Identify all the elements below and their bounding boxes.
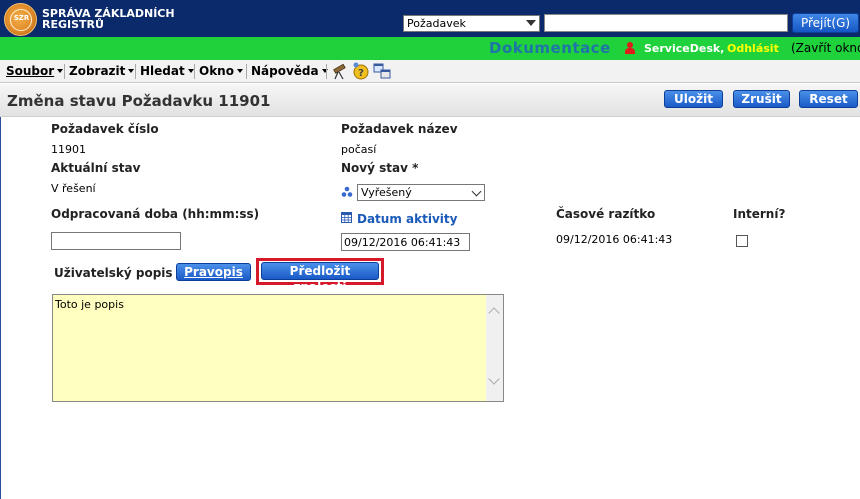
close-window-link[interactable]: (Zavřít okno	[791, 41, 860, 55]
logo-text: SZR	[13, 14, 30, 22]
page-title: Změna stavu Požadavku 11901	[7, 92, 271, 110]
top-header: SZR SPRÁVA ZÁKLADNÍCH REGISTRŮ Požadavek…	[0, 0, 860, 37]
textarea-scrollbar[interactable]	[486, 295, 503, 401]
scroll-down-icon[interactable]	[488, 373, 500, 385]
timestamp-value: 09/12/2016 06:41:43	[556, 233, 673, 246]
worked-time-input[interactable]	[51, 232, 181, 250]
go-button[interactable]: Přejít(G)	[792, 13, 859, 33]
request-number-label: Požadavek číslo	[51, 122, 159, 136]
organization-name: SPRÁVA ZÁKLADNÍCH REGISTRŮ	[42, 8, 175, 30]
current-state-value: V řešení	[51, 182, 96, 195]
menu-view[interactable]: Zobrazit	[69, 64, 135, 78]
internal-checkbox[interactable]	[736, 235, 748, 247]
szr-logo: SZR	[4, 3, 37, 36]
user-icon	[625, 42, 635, 55]
menu-window[interactable]: Okno	[199, 64, 243, 78]
caret-down-icon	[128, 69, 135, 73]
menu-file[interactable]: Soubor	[6, 64, 64, 78]
spellcheck-button[interactable]: Pravopis	[176, 263, 251, 281]
documentation-link[interactable]: Dokumentace	[489, 39, 611, 57]
caret-down-icon	[57, 69, 64, 73]
request-name-value: počasí	[341, 143, 377, 156]
new-state-value: Vyřešený	[361, 186, 412, 199]
menu-help[interactable]: Nápověda	[251, 64, 328, 78]
caret-down-icon	[187, 69, 194, 73]
request-number-value: 11901	[51, 143, 86, 156]
help-icon[interactable]: ?	[352, 62, 370, 80]
timestamp-label: Časové razítko	[556, 207, 656, 221]
title-bar: Změna stavu Požadavku 11901 Uložit Zruši…	[0, 84, 860, 117]
menu-bar: Soubor Zobrazit Hledat Okno Nápověda	[0, 60, 860, 83]
logout-link[interactable]: Odhlásit	[727, 42, 779, 55]
cancel-button[interactable]: Zrušit	[733, 90, 790, 108]
chevron-down-icon	[471, 186, 482, 197]
caret-down-icon	[236, 69, 243, 73]
windows-icon[interactable]	[373, 62, 391, 80]
new-state-label: Nový stav *	[341, 161, 419, 175]
calendar-icon[interactable]	[341, 212, 352, 223]
organization-name-line2: REGISTRŮ	[42, 18, 104, 31]
worked-time-label: Odpracovaná doba (hh:mm:ss)	[51, 207, 260, 221]
session-bar: Dokumentace ServiceDesk, Odhlásit (Zavří…	[0, 37, 860, 60]
user-name: ServiceDesk,	[644, 42, 725, 55]
svg-text:?: ?	[358, 68, 364, 79]
reset-button[interactable]: Reset	[799, 90, 858, 108]
description-text: Toto je popis	[55, 298, 124, 311]
menu-find[interactable]: Hledat	[140, 64, 194, 78]
internal-label: Interní?	[733, 207, 786, 221]
chevron-down-icon	[526, 20, 536, 26]
activity-date-label[interactable]: Datum aktivity	[357, 212, 457, 226]
current-state-label: Aktuální stav	[51, 161, 141, 175]
request-name-label: Požadavek název	[341, 122, 458, 136]
description-textarea[interactable]: Toto je popis	[52, 294, 504, 402]
new-state-select[interactable]: Vyřešený	[357, 184, 485, 201]
save-button[interactable]: Uložit	[664, 90, 723, 108]
search-type-select[interactable]: Požadavek	[403, 15, 540, 32]
user-description-label: Uživatelský popis	[54, 266, 173, 280]
submit-knowledge-button[interactable]: Předložit znalosti	[261, 262, 379, 294]
search-type-value: Požadavek	[407, 17, 466, 30]
activity-date-input[interactable]: 09/12/2016 06:41:43	[341, 233, 470, 251]
workflow-icon	[341, 186, 353, 197]
search-input[interactable]	[544, 14, 788, 32]
telescope-icon[interactable]	[331, 62, 349, 80]
scroll-up-icon[interactable]	[488, 307, 500, 319]
